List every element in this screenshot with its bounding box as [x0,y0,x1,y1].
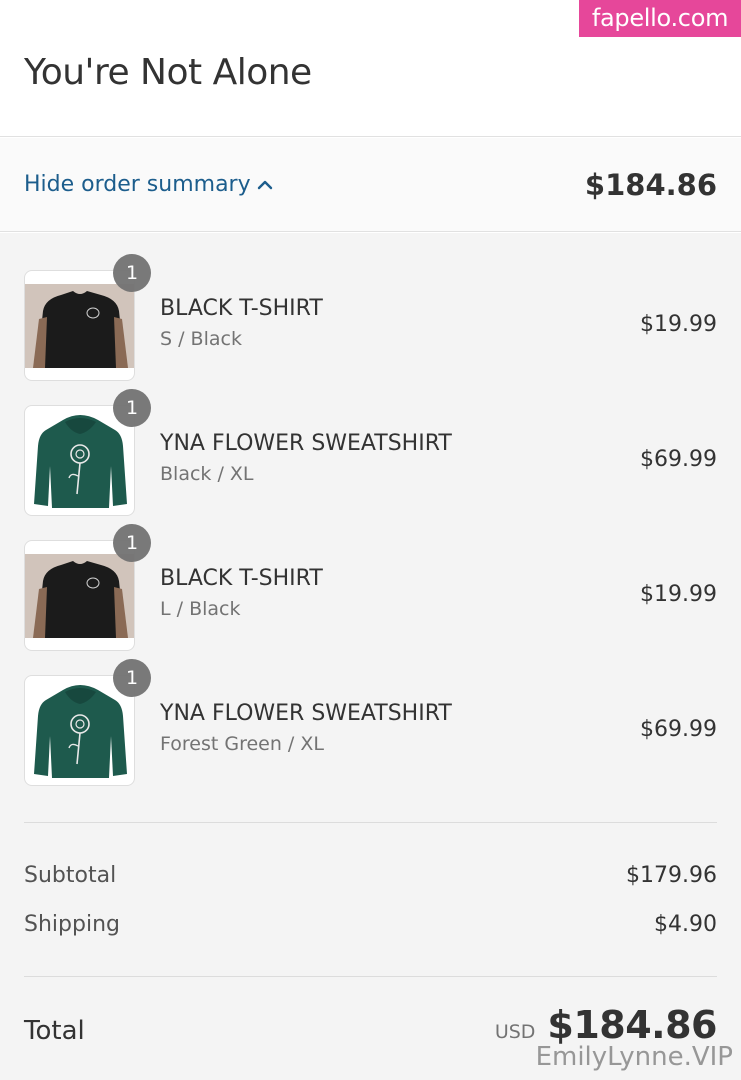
product-price: $69.99 [640,717,717,742]
divider [24,976,717,977]
green-hoodie-image [34,685,127,778]
line-item: 1 BLACK T-SHIRT S / Black $19.99 [0,254,741,382]
emilylynne-watermark: EmilyLynne.VIP [535,1042,733,1072]
subtotal-label: Subtotal [24,863,117,888]
quantity-badge: 1 [113,524,151,562]
order-summary: 1 BLACK T-SHIRT S / Black $19.99 1 YNA F… [0,233,741,1080]
currency-code: USD [494,1021,536,1043]
grand-total: $184.86 [547,1003,717,1047]
line-item: 1 BLACK T-SHIRT L / Black $19.99 [0,524,741,652]
shipping-label: Shipping [24,912,120,937]
store-title[interactable]: You're Not Alone [24,52,312,93]
shipping-value: $4.90 [654,912,717,937]
line-item: 1 YNA FLOWER SWEATSHIRT Forest Green / X… [0,659,741,787]
product-name: BLACK T-SHIRT [160,566,323,591]
divider [24,822,717,823]
black-tshirt-image [25,554,134,638]
hide-order-summary-button[interactable]: Hide order summary [24,172,273,197]
summary-toggle-total: $184.86 [584,168,717,202]
product-variant: Forest Green / XL [160,733,324,755]
product-variant: Black / XL [160,463,254,485]
subtotal-value: $179.96 [626,863,717,888]
total-amount: USD $184.86 [494,1003,718,1047]
product-variant: L / Black [160,598,241,620]
quantity-badge: 1 [113,254,151,292]
total-label: Total [24,1016,85,1046]
green-hoodie-image [34,415,127,508]
product-price: $19.99 [640,582,717,607]
product-variant: S / Black [160,328,242,350]
black-tshirt-image [25,284,134,368]
product-price: $19.99 [640,312,717,337]
quantity-badge: 1 [113,659,151,697]
quantity-badge: 1 [113,389,151,427]
line-item: 1 YNA FLOWER SWEATSHIRT Black / XL $69.9… [0,389,741,517]
product-price: $69.99 [640,447,717,472]
product-name: YNA FLOWER SWEATSHIRT [160,431,452,456]
hide-order-summary-label: Hide order summary [24,172,251,197]
product-name: BLACK T-SHIRT [160,296,323,321]
chevron-up-icon [257,180,272,189]
fapello-watermark: fapello.com [579,0,741,37]
product-name: YNA FLOWER SWEATSHIRT [160,701,452,726]
